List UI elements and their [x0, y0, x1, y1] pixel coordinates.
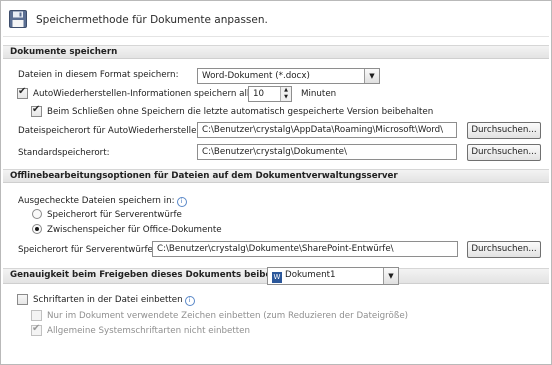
radio-office-cache[interactable]	[32, 224, 42, 234]
chevron-down-icon: ▼	[364, 69, 379, 83]
default-path-browse-button[interactable]: Durchsuchen...	[467, 144, 541, 161]
default-path-input[interactable]: C:\Benutzer\crystalg\Dokumente\	[197, 144, 457, 160]
autosave-minutes-spinner[interactable]: 10 ▲ ▼	[248, 86, 292, 102]
document-dropdown[interactable]: W Dokument1 ▼	[267, 267, 399, 285]
default-path-label: Standardspeicherort:	[18, 148, 110, 158]
format-value: Word-Dokument (*.docx)	[202, 71, 310, 81]
format-dropdown[interactable]: Word-Dokument (*.docx) ▼	[197, 68, 380, 84]
header-divider	[3, 36, 549, 37]
floppy-disk-icon	[9, 10, 27, 28]
no-system-fonts-checkbox[interactable]	[31, 323, 42, 336]
info-icon: i	[176, 197, 187, 207]
document-value: Dokument1	[285, 270, 336, 280]
autosave-checkbox[interactable]	[17, 86, 28, 99]
minutes-label: Minuten	[301, 89, 337, 99]
autorecover-path-label: Dateispeicherort für AutoWiederherstelle…	[18, 126, 205, 136]
autorecover-path-input[interactable]: C:\Benutzer\crystalg\AppData\Roaming\Mic…	[197, 122, 457, 138]
section-header-offline: Offlinebearbeitungsoptionen für Dateien …	[3, 169, 549, 183]
info-icon: i	[184, 296, 195, 306]
no-system-fonts-label: Allgemeine Systemschriftarten nicht einb…	[47, 326, 251, 336]
embed-fonts-label: Schriftarten in der Datei einbetten i	[33, 295, 195, 306]
keep-last-version-checkbox[interactable]	[31, 104, 42, 117]
drafts-path-label: Speicherort für Serverentwürfe:	[18, 245, 156, 255]
keep-last-version-label: Beim Schließen ohne Speichern die letzte…	[47, 107, 434, 117]
drafts-path-input[interactable]: C:\Benutzer\crystalg\Dokumente\SharePoin…	[152, 241, 458, 257]
radio-server-drafts[interactable]	[32, 209, 42, 219]
autorecover-browse-button[interactable]: Durchsuchen...	[467, 122, 541, 139]
fidelity-title: Genauigkeit beim Freigeben dieses Dokume…	[10, 270, 307, 280]
chevron-down-icon: ▼	[383, 268, 398, 284]
radio-server-drafts-label: Speicherort für Serverentwürfe	[47, 210, 182, 220]
format-label: Dateien in diesem Format speichern:	[18, 70, 179, 80]
drafts-browse-button[interactable]: Durchsuchen...	[467, 241, 541, 258]
radio-office-cache-label: Zwischenspeicher für Office-Dokumente	[47, 225, 222, 235]
embed-used-chars-checkbox[interactable]	[31, 310, 42, 321]
section-header-save: Dokumente speichern	[3, 45, 549, 59]
checked-out-label: Ausgecheckte Dateien speichern in: i	[18, 196, 187, 207]
autosave-minutes-value: 10	[253, 89, 265, 99]
autosave-label: AutoWiederherstellen-Informationen speic…	[33, 89, 255, 99]
spinner-buttons[interactable]: ▲ ▼	[280, 87, 291, 101]
options-panel: Speichermethode für Dokumente anpassen. …	[0, 0, 552, 365]
embed-fonts-checkbox[interactable]	[17, 294, 28, 305]
page-title: Speichermethode für Dokumente anpassen.	[36, 14, 268, 26]
word-document-icon: W	[272, 272, 282, 283]
embed-used-chars-label: Nur im Dokument verwendete Zeichen einbe…	[47, 311, 409, 321]
